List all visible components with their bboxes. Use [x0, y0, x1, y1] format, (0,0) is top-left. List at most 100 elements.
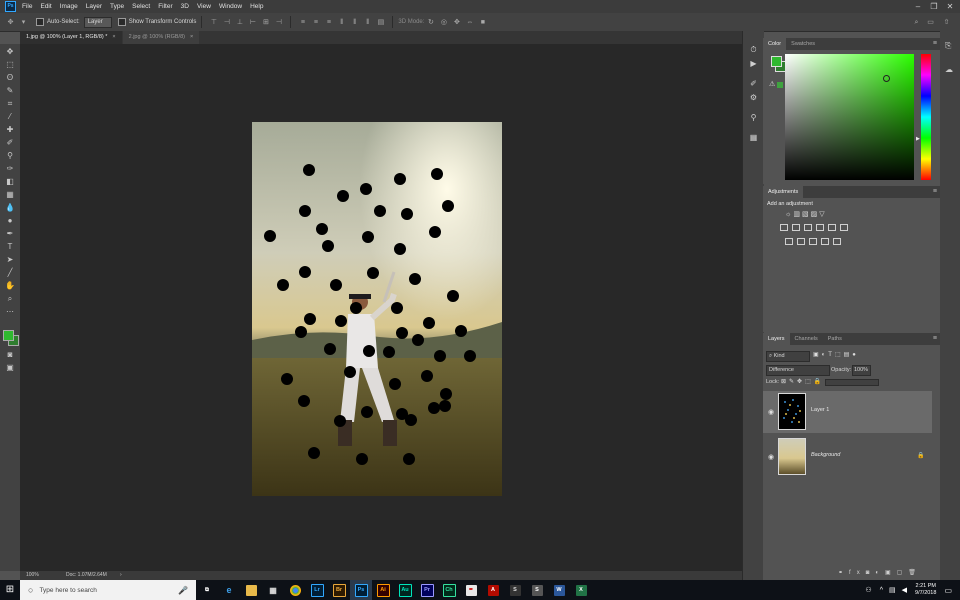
- history-icon[interactable]: ⏱: [748, 45, 759, 55]
- photoshop-icon[interactable]: Ps: [350, 580, 372, 600]
- menu-view[interactable]: View: [197, 3, 211, 10]
- microphone-icon[interactable]: 🎤: [178, 586, 188, 595]
- menu-help[interactable]: Help: [250, 3, 263, 10]
- bridge-icon[interactable]: Br: [328, 580, 350, 600]
- foreground-color-swatch[interactable]: [771, 56, 782, 67]
- color-balance-icon[interactable]: [792, 224, 800, 231]
- auto-select-checkbox[interactable]: [36, 18, 44, 26]
- menu-3d[interactable]: 3D: [181, 3, 189, 10]
- layer-name[interactable]: Layer 1: [811, 407, 829, 413]
- foreground-color-swatch[interactable]: [3, 330, 14, 341]
- eyedropper-tool-icon[interactable]: ⁄: [4, 111, 16, 122]
- chevron-right-icon[interactable]: ›: [120, 571, 122, 580]
- menu-filter[interactable]: Filter: [158, 3, 172, 10]
- opacity-field[interactable]: 100%: [852, 365, 871, 376]
- color-lookup-icon[interactable]: [840, 224, 848, 231]
- edge-icon[interactable]: e: [218, 580, 240, 600]
- panel-menu-icon[interactable]: ≡: [933, 186, 937, 198]
- distribute-bottom-icon[interactable]: ≡: [324, 18, 333, 27]
- 3d-pan-icon[interactable]: ✥: [452, 18, 461, 27]
- clone-stamp-tool-icon[interactable]: ⚲: [4, 150, 16, 161]
- layer-row-background[interactable]: ◉ Background 🔒: [763, 436, 932, 478]
- quick-mask-icon[interactable]: ◙: [4, 349, 16, 360]
- layer-filter-icons[interactable]: ▣◐T⬚▤●: [813, 351, 859, 358]
- distribute-center-icon[interactable]: ⫴: [350, 18, 359, 27]
- eye-icon[interactable]: ◉: [768, 408, 774, 416]
- align-center-icon[interactable]: ⊞: [261, 18, 270, 27]
- auto-align-icon[interactable]: ▤: [376, 18, 385, 27]
- distribute-right-icon[interactable]: ⫴: [363, 18, 372, 27]
- 3d-scale-icon[interactable]: ■: [478, 18, 487, 27]
- marquee-tool-icon[interactable]: ⬚: [4, 59, 16, 70]
- hand-tool-icon[interactable]: ✋: [4, 280, 16, 291]
- move-tool-icon[interactable]: ✥: [6, 18, 15, 27]
- snagit-icon[interactable]: S: [526, 580, 548, 600]
- volume-icon[interactable]: ◀: [902, 586, 907, 594]
- 3d-rotate-icon[interactable]: ↻: [426, 18, 435, 27]
- acrobat-sign-icon[interactable]: ✒: [460, 580, 482, 600]
- share-icon[interactable]: ⇧: [942, 18, 951, 27]
- filter-kind-dropdown[interactable]: ⌕ Kind: [766, 351, 810, 362]
- transform-controls-checkbox[interactable]: [117, 18, 126, 26]
- hue-slider[interactable]: [921, 54, 931, 180]
- selective-color-icon[interactable]: [821, 238, 829, 245]
- maximize-icon[interactable]: ❐: [928, 1, 940, 12]
- network-icon[interactable]: ▤: [889, 586, 896, 594]
- gamut-color-swatch[interactable]: [777, 82, 783, 88]
- menu-layer[interactable]: Layer: [86, 3, 102, 10]
- dodge-tool-icon[interactable]: ●: [4, 215, 16, 226]
- lightroom-icon[interactable]: Lr: [306, 580, 328, 600]
- menu-image[interactable]: Image: [60, 3, 78, 10]
- move-tool-icon[interactable]: ✥: [4, 46, 16, 57]
- menu-select[interactable]: Select: [132, 3, 150, 10]
- distribute-middle-icon[interactable]: ≡: [311, 18, 320, 27]
- adjustments-row-1-icons[interactable]: ☼▥▧▨▽: [785, 210, 827, 218]
- brush-tool-icon[interactable]: ✐: [4, 137, 16, 148]
- search-icon[interactable]: ⌕: [912, 18, 921, 27]
- workspace-icon[interactable]: ▭: [926, 18, 935, 27]
- close-icon[interactable]: ✕: [944, 1, 956, 12]
- eye-icon[interactable]: ◉: [768, 453, 774, 461]
- menu-window[interactable]: Window: [219, 3, 242, 10]
- tab-adjustments[interactable]: Adjustments: [763, 186, 804, 198]
- document-canvas[interactable]: [252, 122, 502, 496]
- align-left-icon[interactable]: ⊢: [248, 18, 257, 27]
- calculator-icon[interactable]: ▦: [262, 580, 284, 600]
- layer-actions-bar[interactable]: ⚭fx◙◐▣▢🗑: [838, 569, 922, 576]
- excel-icon[interactable]: X: [570, 580, 592, 600]
- zoom-level[interactable]: 100%: [26, 571, 39, 580]
- blend-mode-dropdown[interactable]: Difference: [766, 365, 830, 376]
- hsl-icon[interactable]: [780, 224, 788, 231]
- line-tool-icon[interactable]: ╱: [4, 267, 16, 278]
- layer-row-layer-1[interactable]: ◉ Layer 1: [763, 391, 932, 433]
- blur-tool-icon[interactable]: 💧: [4, 202, 16, 213]
- menu-type[interactable]: Type: [110, 3, 124, 10]
- app-s-icon[interactable]: S: [504, 580, 526, 600]
- acrobat-icon[interactable]: A: [482, 580, 504, 600]
- crop-tool-icon[interactable]: ⌗: [4, 98, 16, 109]
- align-bottom-icon[interactable]: ⊥: [235, 18, 244, 27]
- file-explorer-icon[interactable]: [240, 580, 262, 600]
- invert-icon[interactable]: [785, 238, 793, 245]
- quick-select-tool-icon[interactable]: ✎: [4, 85, 16, 96]
- 3d-slide-icon[interactable]: ⇔: [465, 18, 474, 27]
- audition-icon[interactable]: Au: [394, 580, 416, 600]
- type-tool-icon[interactable]: T: [4, 241, 16, 252]
- menu-file[interactable]: File: [22, 3, 32, 10]
- align-middle-icon[interactable]: ⊣: [222, 18, 231, 27]
- path-selection-tool-icon[interactable]: ➤: [4, 254, 16, 265]
- fill-slider[interactable]: [825, 379, 879, 386]
- lasso-tool-icon[interactable]: ʘ: [4, 72, 16, 83]
- word-icon[interactable]: W: [548, 580, 570, 600]
- distribute-left-icon[interactable]: ⫴: [337, 18, 346, 27]
- illustrator-icon[interactable]: Ai: [372, 580, 394, 600]
- auto-select-dropdown[interactable]: Layer: [83, 16, 112, 28]
- more-tools-icon[interactable]: ⋯: [4, 306, 16, 317]
- history-brush-tool-icon[interactable]: ✑: [4, 163, 16, 174]
- panel-menu-icon[interactable]: ≡: [933, 38, 937, 50]
- taskbar-search[interactable]: ○ Type here to search 🎤: [20, 580, 196, 600]
- warning-icon[interactable]: ⚠: [769, 81, 776, 88]
- color-picker-handle[interactable]: [883, 75, 890, 82]
- tab-document-1[interactable]: 1.jpg @ 100% (Layer 1, RGB/8) * ×: [20, 31, 122, 44]
- minimize-icon[interactable]: –: [912, 1, 924, 12]
